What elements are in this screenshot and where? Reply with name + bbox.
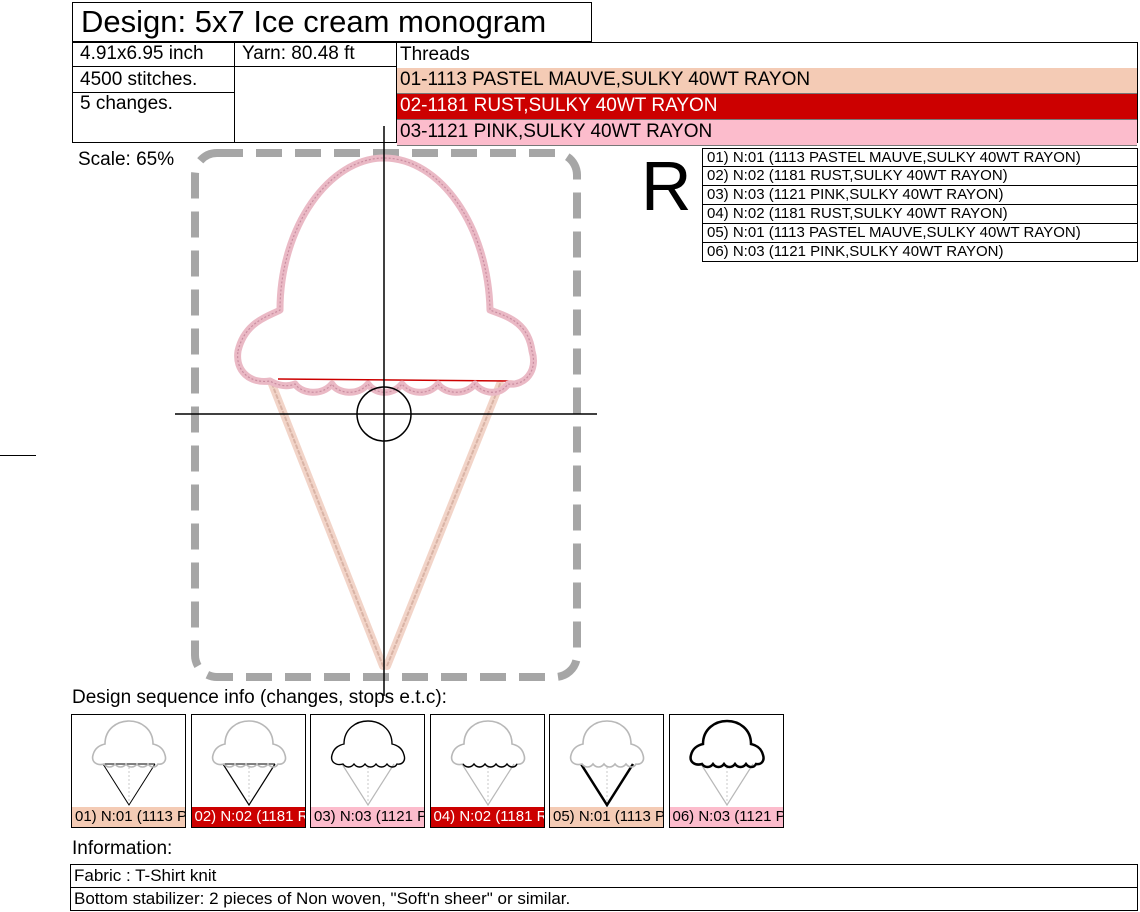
thumbnail-label: 03) N:03 (1121 PINK,SULKY 40WT RAYON)	[311, 807, 424, 827]
thumbnail-preview	[688, 719, 765, 807]
thumbnail-scoop	[330, 720, 406, 768]
thumbnail-scoop	[211, 720, 286, 768]
fabric-info: Fabric : T-Shirt knit	[70, 864, 1138, 888]
sequence-thumbnail[interactable]: 02) N:02 (1181 RUST,SULKY 40WT RAYON)	[190, 714, 306, 828]
design-preview	[175, 126, 597, 696]
stabilizer-info: Bottom stabilizer: 2 pieces of Non woven…	[70, 887, 1138, 911]
thumbnail-preview	[569, 720, 645, 808]
thumbnail-preview	[211, 720, 286, 807]
scoop-outline	[234, 154, 537, 396]
threads-header: Threads	[400, 44, 470, 65]
margin-tick	[0, 455, 36, 456]
thumbnail-preview	[330, 720, 406, 807]
sequence-thumbnail[interactable]: 03) N:03 (1121 PINK,SULKY 40WT RAYON)	[310, 714, 425, 828]
sequence-thumbnail[interactable]: 06) N:03 (1121 PINK,SULKY 40WT RAYON)	[668, 714, 784, 828]
sequence-list-item: 06) N:03 (1121 PINK,SULKY 40WT RAYON)	[702, 243, 1138, 262]
thumbnail-label: 02) N:02 (1181 RUST,SULKY 40WT RAYON)	[191, 807, 305, 827]
sequence-list-item: 02) N:02 (1181 RUST,SULKY 40WT RAYON)	[702, 167, 1138, 186]
scale-label: Scale: 65%	[78, 149, 175, 170]
thumbnail-scoop	[450, 720, 525, 768]
hoop-outline	[191, 149, 581, 681]
thumbnail-scoop	[688, 719, 765, 769]
thumbnail-scoop	[91, 720, 167, 768]
thumbnail-preview	[91, 720, 167, 806]
thumbnail-label: 01) N:01 (1113 PASTEL MAUVE,SULKY 40WT R…	[72, 807, 185, 827]
design-size: 4.91x6.95 inch	[72, 42, 235, 67]
thumbnail-label: 06) N:03 (1121 PINK,SULKY 40WT RAYON)	[669, 807, 783, 827]
thumbnail-scoop	[569, 720, 645, 768]
sequence-thumbnail[interactable]: 01) N:01 (1113 PASTEL MAUVE,SULKY 40WT R…	[71, 714, 186, 828]
sequence-thumbnail[interactable]: 05) N:01 (1113 PASTEL MAUVE,SULKY 40WT R…	[549, 714, 664, 828]
thread-item: 01-1113 PASTEL MAUVE,SULKY 40WT RAYON	[397, 68, 1137, 94]
sequence-list-item: 01) N:01 (1113 PASTEL MAUVE,SULKY 40WT R…	[702, 148, 1138, 167]
rotation-mark: R	[641, 147, 692, 225]
thread-item: 02-1181 RUST,SULKY 40WT RAYON	[397, 94, 1137, 120]
sequence-list-item: 03) N:03 (1121 PINK,SULKY 40WT RAYON)	[702, 186, 1138, 205]
sequence-header: Design sequence info (changes, stops e.t…	[72, 687, 447, 708]
stitch-count: 4500 stitches.	[72, 66, 235, 93]
sequence-list-item: 05) N:01 (1113 PASTEL MAUVE,SULKY 40WT R…	[702, 224, 1138, 243]
thumbnail-label: 05) N:01 (1113 PASTEL MAUVE,SULKY 40WT R…	[550, 807, 663, 827]
yarn-length: Yarn: 80.48 ft	[234, 42, 397, 67]
thumbnail-preview	[450, 720, 525, 807]
sequence-list: 01) N:01 (1113 PASTEL MAUVE,SULKY 40WT R…	[702, 148, 1138, 262]
information-header: Information:	[72, 838, 173, 859]
sequence-list-item: 04) N:02 (1181 RUST,SULKY 40WT RAYON)	[702, 205, 1138, 224]
sequence-thumbnail[interactable]: 04) N:02 (1181 RUST,SULKY 40WT RAYON)	[429, 714, 545, 828]
cone-outline	[268, 380, 504, 670]
scoop-base-line	[277, 378, 516, 382]
thumbnail-label: 04) N:02 (1181 RUST,SULKY 40WT RAYON)	[430, 807, 544, 827]
thumbnail-scoop-edge	[461, 762, 518, 768]
design-title: Design: 5x7 Ice cream monogram	[72, 2, 592, 42]
